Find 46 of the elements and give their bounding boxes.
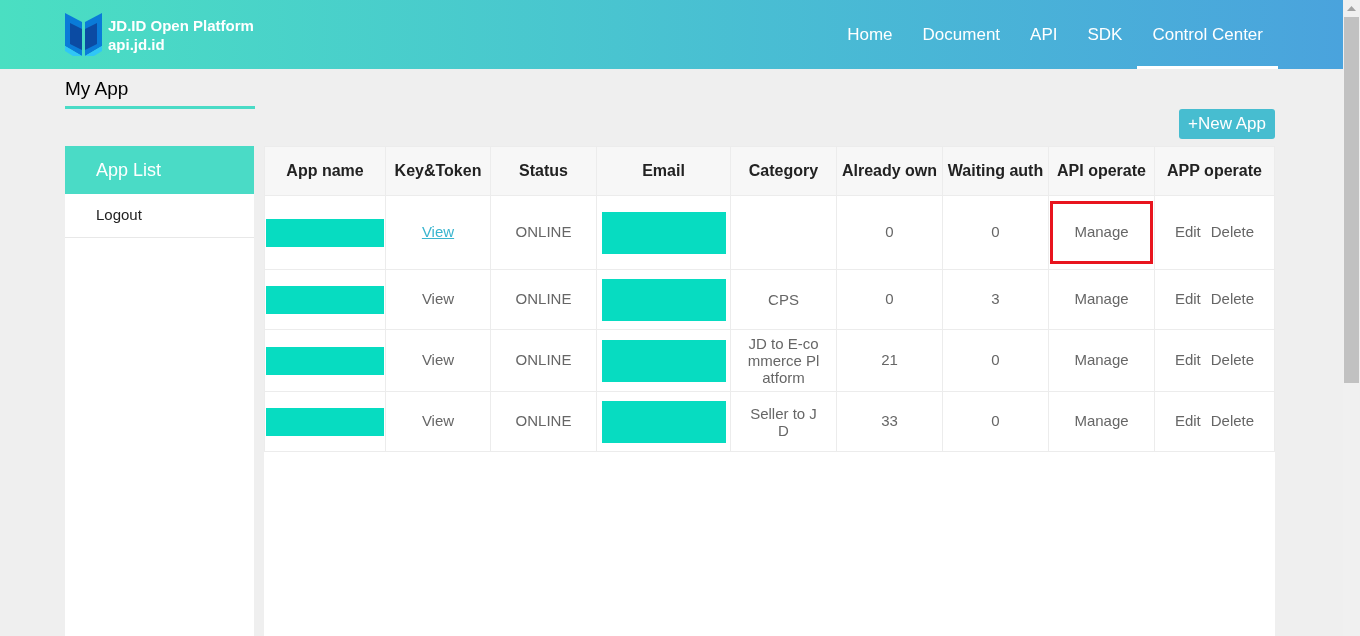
column-header: App name bbox=[286, 162, 364, 179]
waiting-count: 0 bbox=[991, 412, 1000, 430]
sidebar-item[interactable]: Logout bbox=[65, 194, 254, 238]
column-header: API operate bbox=[1057, 162, 1146, 179]
owned-count: 33 bbox=[881, 412, 898, 430]
delete-link[interactable]: Delete bbox=[1210, 410, 1255, 433]
manage-link[interactable]: Manage bbox=[1074, 290, 1129, 308]
column-header: Category bbox=[748, 162, 819, 179]
waiting-count: 0 bbox=[991, 351, 1000, 369]
waiting-count: 3 bbox=[991, 290, 1000, 308]
edit-link[interactable]: Edit bbox=[1174, 221, 1201, 244]
owned-count: 0 bbox=[885, 290, 894, 308]
edit-link[interactable]: Edit bbox=[1174, 288, 1201, 311]
manage-link[interactable]: Manage bbox=[1074, 351, 1129, 369]
owned-count: 0 bbox=[885, 223, 894, 241]
scrollbar-thumb[interactable] bbox=[1344, 17, 1359, 383]
status-text: ONLINE bbox=[515, 412, 572, 430]
column-header: APP operate bbox=[1167, 162, 1262, 179]
status-text: ONLINE bbox=[515, 351, 572, 369]
page-title: My App bbox=[65, 78, 129, 99]
edit-link[interactable]: Edit bbox=[1174, 349, 1201, 372]
view-link[interactable]: View bbox=[421, 290, 455, 308]
category-text: CPS bbox=[767, 291, 800, 308]
manage-link[interactable]: Manage bbox=[1074, 412, 1129, 430]
platform-domain: api.jd.id bbox=[108, 34, 166, 54]
status-text: ONLINE bbox=[515, 290, 572, 308]
status-text: ONLINE bbox=[515, 223, 572, 241]
view-link[interactable]: View bbox=[421, 412, 455, 430]
scroll-up-arrow-icon[interactable] bbox=[1347, 6, 1356, 11]
column-header: Key&Token bbox=[394, 162, 482, 179]
book-logo-icon bbox=[65, 13, 102, 56]
delete-link[interactable]: Delete bbox=[1210, 349, 1255, 372]
delete-link[interactable]: Delete bbox=[1210, 288, 1255, 311]
column-header: Already own bbox=[841, 162, 938, 179]
platform-title: JD.ID Open Platform bbox=[108, 15, 254, 35]
category-text: JD to E-commerce Platform bbox=[746, 335, 821, 386]
column-header: Waiting auth bbox=[947, 162, 1044, 179]
column-header: Email bbox=[642, 162, 685, 179]
category-text: Seller to JD bbox=[749, 404, 818, 439]
edit-link[interactable]: Edit bbox=[1174, 410, 1201, 433]
owned-count: 21 bbox=[881, 351, 898, 369]
view-link[interactable]: View bbox=[421, 351, 455, 369]
waiting-count: 0 bbox=[991, 223, 1000, 241]
column-header: Status bbox=[519, 162, 568, 179]
delete-link[interactable]: Delete bbox=[1210, 221, 1255, 244]
manage-link[interactable]: Manage bbox=[1074, 221, 1129, 244]
